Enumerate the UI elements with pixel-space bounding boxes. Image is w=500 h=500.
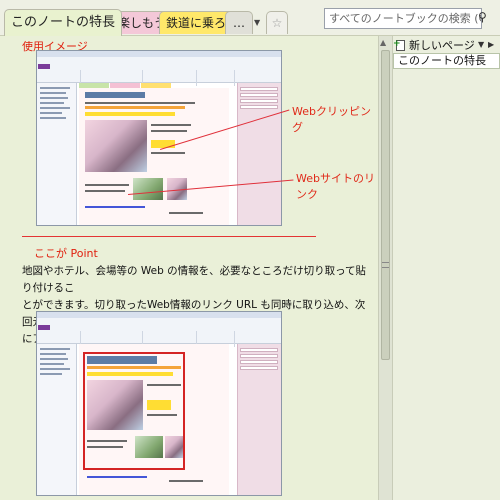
add-section-button[interactable]: ☆ — [266, 11, 288, 34]
notebook-row — [40, 373, 62, 375]
screenshot-page — [79, 344, 229, 495]
search-placeholder: すべてのノートブックの検索 (Ctrl+E) — [329, 12, 481, 25]
tab-label: このノートの特長 — [11, 15, 116, 30]
page-list-pane — [392, 36, 500, 500]
screenshot-text — [151, 130, 187, 132]
screenshot-nav — [85, 106, 185, 109]
screenshot-text — [147, 384, 181, 386]
screenshot-photo — [133, 178, 163, 200]
callout-web-clipping: Webクリッピング — [292, 105, 371, 134]
screenshot-text — [87, 440, 127, 442]
new-page-icon — [393, 36, 405, 52]
scrollbar-thumb[interactable] — [381, 50, 390, 360]
star-icon: ☆ — [271, 16, 283, 30]
notebook-row — [40, 87, 70, 89]
screenshot-page-list — [237, 344, 281, 495]
screenshot-text — [151, 152, 185, 154]
section-heading-point: ここが Point — [34, 247, 98, 260]
screenshot-photo — [135, 436, 163, 458]
screenshot-link — [85, 206, 145, 208]
screenshot-page-entry — [240, 360, 278, 364]
screenshot-text — [151, 124, 191, 126]
notebook-row — [40, 363, 64, 365]
screenshot-page-list — [237, 83, 281, 225]
screenshot-notebook-pane — [37, 83, 77, 225]
callout-web-link: Webサイトのリンク — [296, 172, 375, 201]
description-line: 地図やホテル、会場等の Web の情報を、必要なところだけ切り取って貼り付けるこ — [22, 265, 367, 294]
tab-overflow[interactable]: … — [225, 11, 253, 34]
screenshot-nav — [87, 366, 181, 369]
screenshot-page-entry — [240, 348, 278, 352]
screenshot-text — [147, 414, 177, 416]
page-item-features[interactable]: このノートの特長 — [393, 53, 500, 69]
screenshot-page — [79, 88, 229, 225]
screenshot-photo — [85, 120, 147, 172]
screenshot-photo — [165, 436, 183, 458]
screenshot-banner — [87, 356, 157, 364]
screenshot-highlight — [87, 372, 173, 376]
notebook-row — [40, 107, 70, 109]
usage-screenshot — [36, 50, 282, 226]
screenshot-text — [85, 102, 195, 104]
screenshot-ribbon — [37, 57, 281, 86]
screenshot-text — [85, 190, 125, 192]
screenshot-text — [87, 446, 123, 448]
search-icon[interactable]: ⚲ — [478, 10, 496, 28]
screenshot-banner — [85, 92, 145, 98]
screenshot-notebook-pane — [37, 344, 77, 495]
page-item-label: このノートの特長 — [398, 54, 486, 67]
chevron-down-icon[interactable]: ▼ — [254, 18, 260, 27]
screenshot-text — [169, 480, 203, 482]
screenshot-page-entry — [240, 366, 278, 370]
chevron-right-icon[interactable]: ▶ — [488, 40, 494, 49]
chevron-down-icon[interactable]: ▼ — [478, 40, 484, 49]
screenshot-file-tab — [38, 325, 50, 330]
point-screenshot — [36, 311, 282, 496]
screenshot-text — [85, 184, 129, 186]
section-divider — [22, 236, 316, 237]
screenshot-ribbon — [37, 318, 281, 347]
ribbon-group — [199, 70, 235, 86]
screenshot-page-entry — [240, 105, 278, 109]
notebook-row — [40, 368, 70, 370]
screenshot-page-entry — [240, 354, 278, 358]
section-tab-bar: このノートの特長 桜を楽しもう 鉄道に乗ろう … ▼ ☆ すべてのノートブックの… — [0, 0, 500, 36]
notebook-row — [40, 97, 68, 99]
notebook-row — [40, 102, 64, 104]
screenshot-link — [87, 476, 147, 478]
screenshot-photo — [87, 380, 143, 430]
notebook-row — [40, 358, 68, 360]
page-content[interactable]: 使用イメージ Webクリッピング Webサイトのリンク ここが Point 地図… — [0, 36, 378, 500]
notebook-row — [40, 348, 70, 350]
notebook-row — [40, 92, 66, 94]
notebook-row — [40, 353, 66, 355]
onenote-window: このノートの特長 桜を楽しもう 鉄道に乗ろう … ▼ ☆ すべてのノートブックの… — [0, 0, 500, 500]
notebook-row — [40, 117, 66, 119]
scrollbar-grip-icon — [382, 262, 389, 268]
screenshot-text — [169, 212, 203, 214]
scroll-up-arrow-icon[interactable]: ▲ — [380, 38, 386, 47]
tab-notebook-features[interactable]: このノートの特長 — [4, 9, 123, 36]
screenshot-file-tab — [38, 64, 50, 69]
notebook-row — [40, 112, 62, 114]
screenshot-page-entry — [240, 87, 278, 91]
tab-label: … — [233, 16, 245, 30]
search-input[interactable]: すべてのノートブックの検索 (Ctrl+E) — [324, 8, 482, 29]
add-page-label: 新しいページ — [409, 39, 475, 52]
screenshot-highlight — [85, 112, 175, 116]
screenshot-page-entry — [240, 99, 278, 103]
screenshot-highlight — [147, 400, 171, 410]
screenshot-page-entry — [240, 93, 278, 97]
